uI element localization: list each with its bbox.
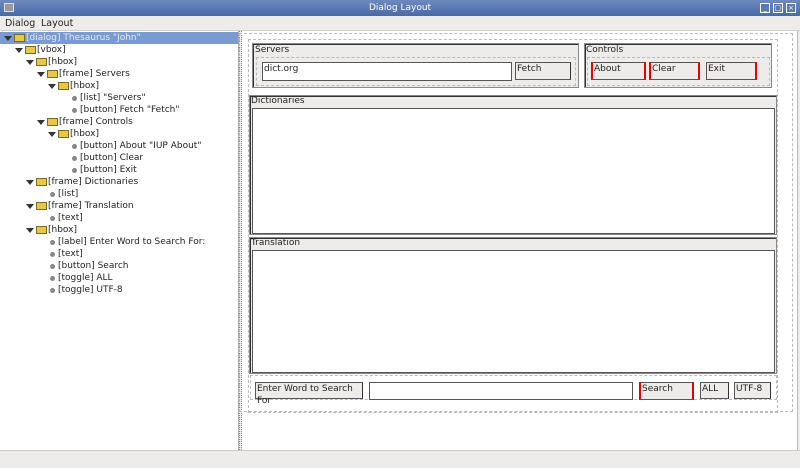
menu-dialog[interactable]: Dialog bbox=[5, 17, 35, 30]
expand-triangle-icon[interactable] bbox=[26, 60, 34, 65]
tree-node-label: [button] About "IUP About" bbox=[80, 141, 202, 151]
expand-triangle-icon[interactable] bbox=[48, 132, 56, 137]
toggle-all[interactable]: ALL bbox=[700, 382, 729, 399]
tree-node-label: [frame] Dictionaries bbox=[48, 177, 139, 187]
expand-triangle-icon[interactable] bbox=[37, 72, 45, 77]
tree-node-label: [toggle] ALL bbox=[58, 273, 113, 283]
leaf-icon bbox=[72, 96, 77, 101]
expand-triangle-icon[interactable] bbox=[15, 48, 23, 53]
tree-node[interactable]: [dialog] Thesaurus "John" bbox=[0, 32, 238, 44]
dictionaries-frame-title: Dictionaries bbox=[251, 96, 305, 106]
about-button[interactable]: About bbox=[591, 62, 646, 80]
leaf-icon bbox=[72, 156, 77, 161]
tree-node-label: [label] Enter Word to Search For: bbox=[58, 237, 206, 247]
leaf-icon bbox=[72, 108, 77, 113]
folder-icon bbox=[47, 118, 58, 126]
leaf-icon bbox=[50, 216, 55, 221]
status-bar bbox=[0, 450, 800, 468]
tree-node-label: [hbox] bbox=[70, 81, 99, 91]
tree-node-label: [text] bbox=[58, 249, 83, 259]
servers-frame-title: Servers bbox=[255, 45, 290, 55]
folder-icon bbox=[58, 130, 69, 138]
minimize-button[interactable]: _ bbox=[760, 3, 770, 13]
window-title: Dialog Layout bbox=[368, 3, 432, 13]
layout-preview: Servers dict.org Fetch Controls About Cl… bbox=[239, 31, 798, 450]
expand-triangle-icon[interactable] bbox=[26, 180, 34, 185]
tree-node-label: [frame] Translation bbox=[48, 201, 134, 211]
exit-button[interactable]: Exit bbox=[706, 62, 757, 80]
folder-icon bbox=[36, 58, 47, 66]
translation-text[interactable] bbox=[252, 250, 775, 373]
leaf-icon bbox=[50, 252, 55, 257]
tree-node-label: [frame] Controls bbox=[59, 117, 133, 127]
window-icon bbox=[4, 3, 14, 12]
fetch-button[interactable]: Fetch bbox=[515, 62, 571, 80]
tree-node-label: [hbox] bbox=[48, 225, 77, 235]
maximize-button[interactable]: □ bbox=[773, 3, 783, 13]
tree-node-label: [dialog] Thesaurus "John" bbox=[26, 33, 141, 43]
dictionaries-frame: Dictionaries bbox=[249, 95, 777, 235]
menu-bar: Dialog Layout bbox=[0, 16, 800, 31]
clear-button[interactable]: Clear bbox=[649, 62, 700, 80]
folder-icon bbox=[58, 82, 69, 90]
title-bar: Dialog Layout _ □ × bbox=[0, 0, 800, 16]
close-button[interactable]: × bbox=[786, 3, 796, 13]
leaf-icon bbox=[72, 168, 77, 173]
leaf-icon bbox=[50, 192, 55, 197]
leaf-icon bbox=[50, 288, 55, 293]
tree-node-label: [toggle] UTF-8 bbox=[58, 285, 123, 295]
translation-frame: Translation bbox=[249, 237, 777, 374]
tree-node-label: [button] Fetch "Fetch" bbox=[80, 105, 180, 115]
tree-node-label: [hbox] bbox=[70, 129, 99, 139]
expand-triangle-icon[interactable] bbox=[37, 120, 45, 125]
leaf-icon bbox=[50, 240, 55, 245]
leaf-icon bbox=[50, 264, 55, 269]
translation-frame-title: Translation bbox=[251, 238, 301, 248]
servers-frame: Servers dict.org Fetch bbox=[252, 43, 579, 88]
leaf-icon bbox=[50, 276, 55, 281]
controls-frame: Controls About Clear Exit bbox=[584, 43, 772, 88]
leaf-icon bbox=[72, 144, 77, 149]
folder-icon bbox=[47, 70, 58, 78]
layout-tree[interactable]: [dialog] Thesaurus "John" [vbox] [hbox] [fr… bbox=[0, 31, 239, 450]
toggle-utf8[interactable]: UTF-8 bbox=[734, 382, 771, 399]
folder-icon bbox=[36, 202, 47, 210]
folder-icon bbox=[14, 34, 25, 42]
servers-list[interactable]: dict.org bbox=[262, 62, 512, 81]
controls-frame-title: Controls bbox=[586, 45, 624, 55]
dictionaries-list[interactable] bbox=[252, 108, 775, 234]
expand-triangle-icon[interactable] bbox=[48, 84, 56, 89]
tree-node-label: [button] Clear bbox=[80, 153, 144, 163]
tree-node-label: [list] bbox=[58, 189, 79, 199]
tree-node-label: [frame] Servers bbox=[59, 69, 130, 79]
tree-node-label: [text] bbox=[58, 213, 83, 223]
tree-node-label: [hbox] bbox=[48, 57, 77, 67]
search-label: Enter Word to Search For bbox=[255, 382, 363, 406]
search-button[interactable]: Search bbox=[639, 382, 694, 400]
search-input[interactable] bbox=[369, 382, 633, 400]
folder-icon bbox=[36, 178, 47, 186]
folder-icon bbox=[25, 46, 36, 54]
tree-node-label: [button] Search bbox=[58, 261, 129, 271]
menu-layout[interactable]: Layout bbox=[41, 17, 73, 30]
expand-triangle-icon[interactable] bbox=[26, 204, 34, 209]
expand-triangle-icon[interactable] bbox=[26, 228, 34, 233]
tree-node-label: [vbox] bbox=[37, 45, 66, 55]
expand-triangle-icon[interactable] bbox=[4, 36, 12, 41]
tree-node-label: [button] Exit bbox=[80, 165, 137, 175]
tree-node-label: [list] "Servers" bbox=[80, 93, 146, 103]
folder-icon bbox=[36, 226, 47, 234]
